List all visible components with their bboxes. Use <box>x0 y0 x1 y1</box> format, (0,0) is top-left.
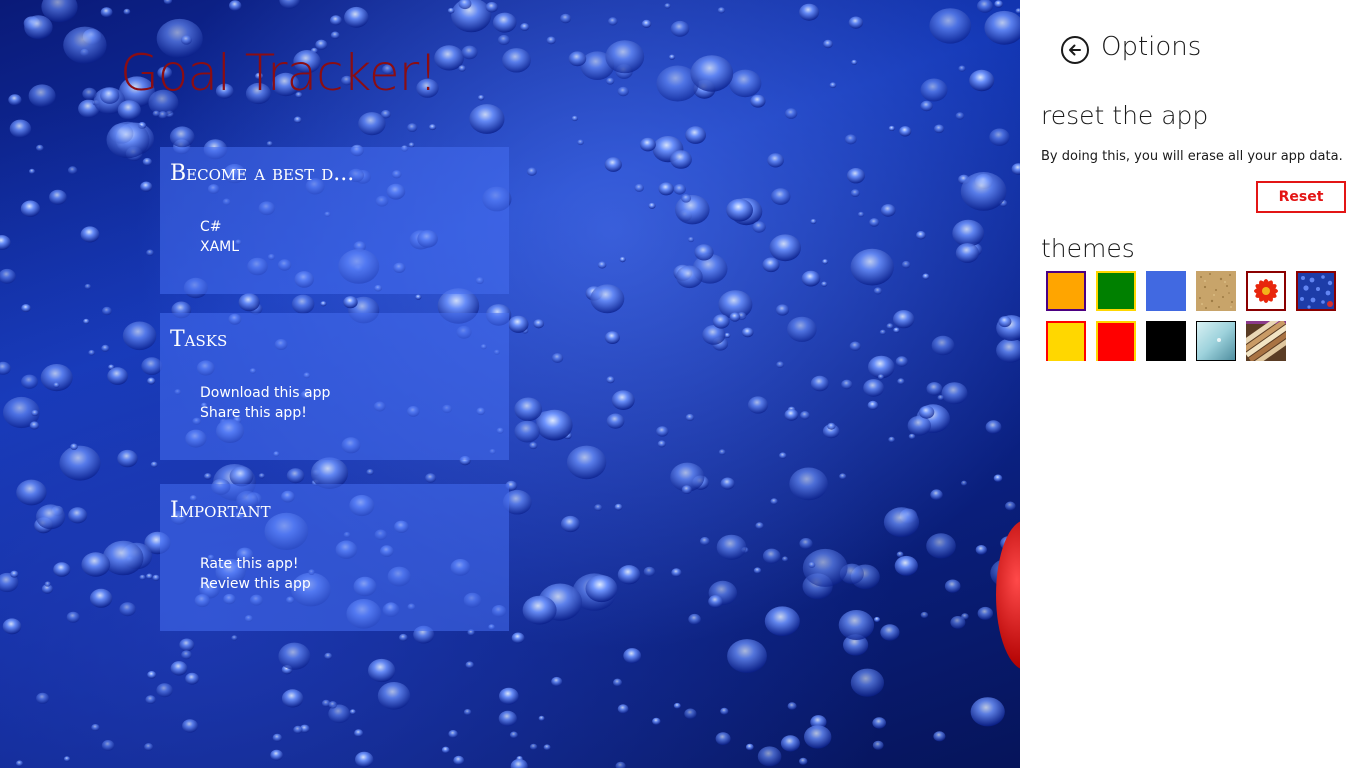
flyout-title: Options <box>1101 32 1202 62</box>
goal-group-title: Tasks <box>170 327 228 352</box>
theme-swatch-royal-blue[interactable] <box>1146 271 1186 311</box>
water-droplets-pattern <box>0 0 1020 768</box>
theme-swatch-light-aqua[interactable] <box>1196 321 1236 361</box>
back-button[interactable] <box>1061 36 1089 64</box>
goal-group-3[interactable]: Important Rate this app! Review this app <box>160 484 509 631</box>
app-title: Goal Tracker! <box>120 44 438 102</box>
goal-group-title: Become a best d... <box>170 161 355 186</box>
theme-swatch-black[interactable] <box>1146 321 1186 361</box>
options-flyout: Options reset the app By doing this, you… <box>1020 0 1366 768</box>
app-window: Goal Tracker! Become a best d... C# XAML… <box>0 0 1366 768</box>
goal-item[interactable]: Review this app <box>200 574 311 594</box>
theme-swatch-green[interactable] <box>1096 271 1136 311</box>
themes-heading: themes <box>1041 234 1135 263</box>
flower-icon <box>1248 273 1284 309</box>
goal-list: C# XAML <box>200 217 239 257</box>
goal-group-1[interactable]: Become a best d... C# XAML <box>160 147 509 294</box>
goal-item[interactable]: Rate this app! <box>200 554 311 574</box>
theme-swatch-gold[interactable] <box>1046 321 1086 361</box>
theme-swatch-books[interactable] <box>1246 321 1286 361</box>
theme-swatch-orange[interactable] <box>1046 271 1086 311</box>
goal-item[interactable]: C# <box>200 217 239 237</box>
books-thumbnail <box>1246 321 1286 361</box>
goal-list: Download this app Share this app! <box>200 383 330 423</box>
goal-item[interactable]: XAML <box>200 237 239 257</box>
theme-swatch-water-drops[interactable] <box>1296 271 1336 311</box>
goal-group-title: Important <box>170 498 271 523</box>
back-arrow-icon <box>1069 44 1081 56</box>
sand-texture-thumbnail <box>1196 271 1236 311</box>
background-image <box>0 0 1020 768</box>
reset-button[interactable]: Reset <box>1256 181 1346 213</box>
theme-swatch-red[interactable] <box>1096 321 1136 361</box>
aqua-thumbnail <box>1197 322 1235 360</box>
goal-item[interactable]: Share this app! <box>200 403 330 423</box>
theme-swatch-sand-texture[interactable] <box>1196 271 1236 311</box>
goal-group-2[interactable]: Tasks Download this app Share this app! <box>160 313 509 460</box>
theme-swatch-red-flower[interactable] <box>1246 271 1286 311</box>
reset-description: By doing this, you will erase all your a… <box>1041 149 1343 164</box>
goal-list: Rate this app! Review this app <box>200 554 311 594</box>
water-drops-thumbnail <box>1298 273 1334 309</box>
goal-item[interactable]: Download this app <box>200 383 330 403</box>
reset-heading: reset the app <box>1041 101 1209 130</box>
